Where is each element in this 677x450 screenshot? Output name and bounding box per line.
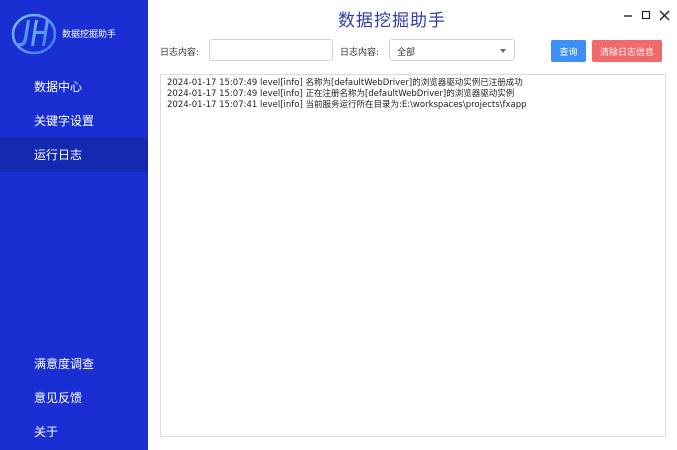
window-controls — [621, 8, 671, 22]
maximize-icon[interactable] — [639, 8, 653, 22]
sidebar-item-feedback[interactable]: 意见反馈 — [0, 381, 148, 415]
log-type-label: 日志内容: — [340, 48, 380, 58]
sidebar-item-run-log[interactable]: 运行日志 — [0, 138, 148, 172]
sidebar-item-data-center[interactable]: 数据中心 — [0, 70, 148, 104]
logo-text: 数据挖掘助手 — [62, 30, 117, 40]
query-button[interactable]: 查询 — [551, 40, 586, 62]
main-panel: 数据挖掘助手 日志内容: 日志内容: 全部 查询 清除日志信息 2024-01-… — [148, 0, 677, 450]
sidebar-item-keyword-settings[interactable]: 关键字设置 — [0, 104, 148, 138]
clear-log-button[interactable]: 清除日志信息 — [592, 40, 662, 62]
log-type-selected-value: 全部 — [397, 48, 416, 58]
log-type-select[interactable]: 全部 — [389, 39, 515, 61]
log-content-input[interactable] — [209, 39, 333, 61]
log-output[interactable]: 2024-01-17 15:07:49 level[info] 名称为[defa… — [160, 74, 666, 437]
chevron-down-icon — [500, 49, 506, 53]
app-title: 数据挖掘助手 — [338, 11, 446, 31]
log-content-label: 日志内容: — [160, 48, 200, 58]
log-line: 2024-01-17 15:07:41 level[info] 当前服务运行所在… — [167, 100, 527, 110]
sidebar-item-satisfaction-survey[interactable]: 满意度调查 — [0, 347, 148, 381]
jh-logo-icon — [10, 12, 58, 56]
sidebar: 数据挖掘助手 数据中心 关键字设置 运行日志 满意度调查 意见反馈 关于 — [0, 0, 148, 450]
minimize-icon[interactable] — [621, 8, 635, 22]
close-icon[interactable] — [657, 8, 671, 22]
sidebar-item-about[interactable]: 关于 — [0, 415, 148, 449]
log-line: 2024-01-17 15:07:49 level[info] 正在注册名称为[… — [167, 89, 515, 99]
log-line: 2024-01-17 15:07:49 level[info] 名称为[defa… — [167, 78, 523, 88]
